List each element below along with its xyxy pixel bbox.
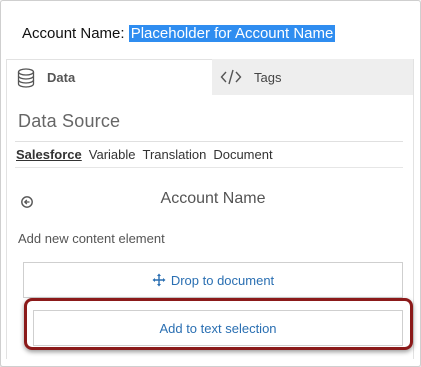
source-tab-document[interactable]: Document (213, 147, 272, 162)
panel-frame: Account Name: Placeholder for Account Na… (0, 0, 421, 367)
move-arrows-icon (152, 273, 166, 287)
side-pane: Data Tags Data Source Salesforce Variabl… (6, 59, 414, 359)
add-to-text-selection-label: Add to text selection (159, 320, 277, 336)
source-tab-salesforce[interactable]: Salesforce (16, 147, 82, 162)
drop-to-document-button[interactable]: Drop to document (23, 262, 403, 298)
drop-to-document-label: Drop to document (170, 272, 275, 288)
source-tabs: Salesforce Variable Translation Document (16, 147, 273, 162)
code-icon (220, 69, 242, 85)
content-hint: Add new content element (18, 231, 165, 246)
tab-data[interactable]: Data (7, 59, 212, 95)
source-tab-translation[interactable]: Translation (143, 147, 207, 162)
tab-tags[interactable]: Tags (212, 59, 413, 95)
divider (15, 141, 403, 142)
tab-bar: Data Tags (7, 59, 413, 95)
add-to-text-selection-button[interactable]: Add to text selection (33, 310, 403, 346)
document-line: Account Name: Placeholder for Account Na… (22, 23, 336, 45)
source-tab-variable[interactable]: Variable (89, 147, 136, 162)
selected-text[interactable]: Placeholder for Account Name (128, 25, 336, 42)
account-name-label: Account Name: (22, 25, 125, 42)
divider (15, 167, 403, 168)
circle-arrow-left-icon[interactable] (21, 195, 33, 208)
tab-data-label: Data (47, 70, 76, 85)
tab-tags-label: Tags (254, 69, 282, 85)
field-title: Account Name (160, 190, 266, 207)
database-icon (17, 67, 35, 88)
data-source-title: Data Source (18, 111, 121, 131)
